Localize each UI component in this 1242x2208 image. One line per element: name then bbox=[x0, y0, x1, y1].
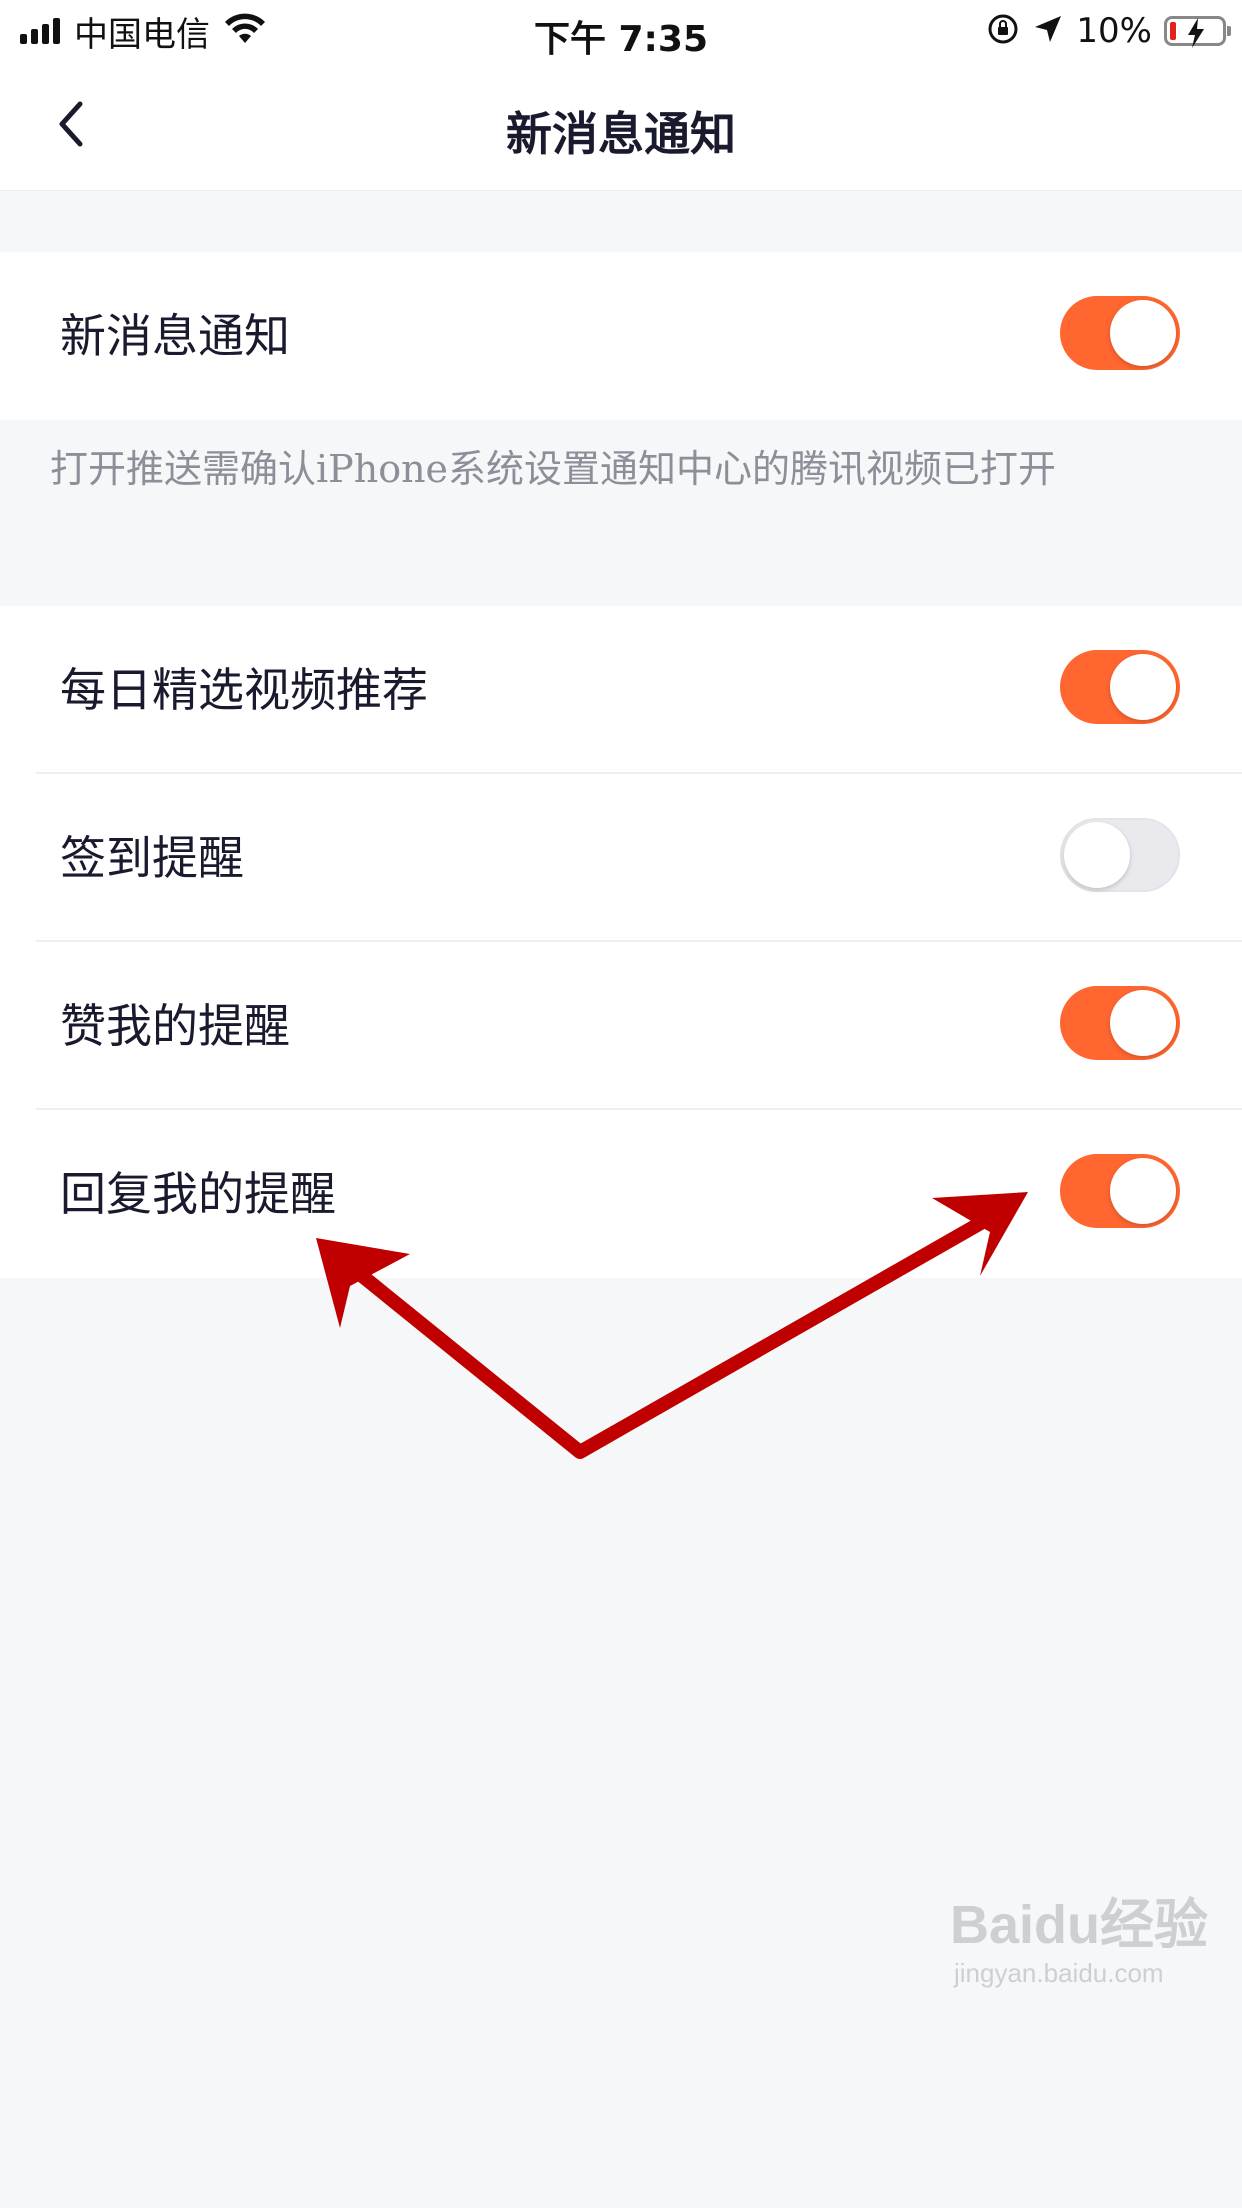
annotation-arrowhead-right bbox=[932, 1192, 1028, 1276]
annotation-arrow-line bbox=[338, 1205, 1007, 1459]
watermark-url: jingyan.baidu.com bbox=[954, 1958, 1164, 1988]
watermark-brand: Baidu经验 bbox=[950, 1895, 1209, 1955]
watermark: Baidu经验 jingyan.baidu.com bbox=[950, 1880, 1220, 2010]
annotation-arrows bbox=[316, 1192, 1028, 1459]
